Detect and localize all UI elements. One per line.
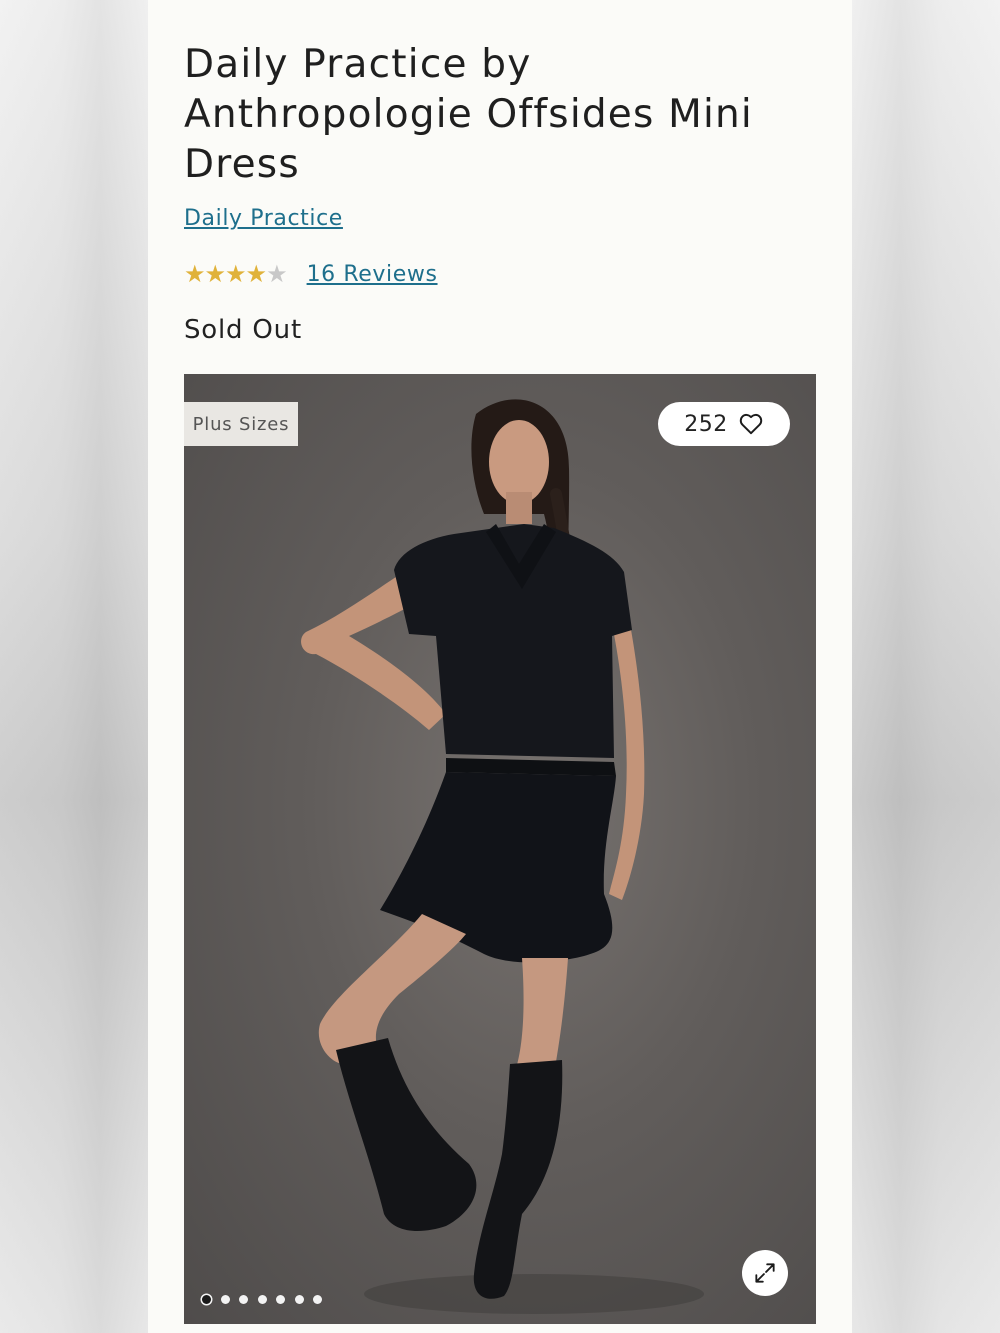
pagination-dot[interactable] xyxy=(239,1295,248,1304)
product-title: Daily Practice by Anthropologie Offsides… xyxy=(184,42,753,187)
expand-arrows-icon xyxy=(755,1263,775,1283)
rating-row: ★ ★ ★ ★ ★ 16 Reviews xyxy=(184,258,438,290)
availability-status: Sold Out xyxy=(184,315,302,345)
brand-link[interactable]: Daily Practice xyxy=(184,206,343,231)
product-image-gallery[interactable]: Plus Sizes 252 xyxy=(184,374,816,1324)
star-filled-icon: ★ xyxy=(245,260,268,288)
plus-sizes-badge: Plus Sizes xyxy=(184,402,298,446)
expand-image-button[interactable] xyxy=(742,1250,788,1296)
star-filled-icon: ★ xyxy=(204,260,227,288)
image-pagination xyxy=(202,1295,332,1304)
pagination-dot[interactable] xyxy=(257,1295,267,1304)
star-filled-icon: ★ xyxy=(225,260,247,288)
favorites-count: 252 xyxy=(684,411,728,437)
pagination-dot[interactable] xyxy=(294,1295,304,1304)
favorite-button[interactable]: 252 xyxy=(658,402,790,446)
right-backdrop xyxy=(852,0,1000,1333)
pagination-dot[interactable] xyxy=(220,1295,230,1304)
reviews-link[interactable]: 16 Reviews xyxy=(307,262,438,287)
pagination-dot[interactable] xyxy=(313,1295,322,1304)
star-rating: ★ ★ ★ ★ ★ xyxy=(184,260,288,288)
heart-icon xyxy=(739,413,762,435)
star-filled-icon: ★ xyxy=(184,260,206,288)
pagination-dot[interactable] xyxy=(276,1295,285,1304)
pagination-dot[interactable] xyxy=(202,1295,211,1304)
left-backdrop xyxy=(0,0,148,1333)
star-empty-icon: ★ xyxy=(266,260,288,288)
product-photo xyxy=(301,399,704,1314)
product-page: Daily Practice by Anthropologie Offsides… xyxy=(148,0,852,1333)
